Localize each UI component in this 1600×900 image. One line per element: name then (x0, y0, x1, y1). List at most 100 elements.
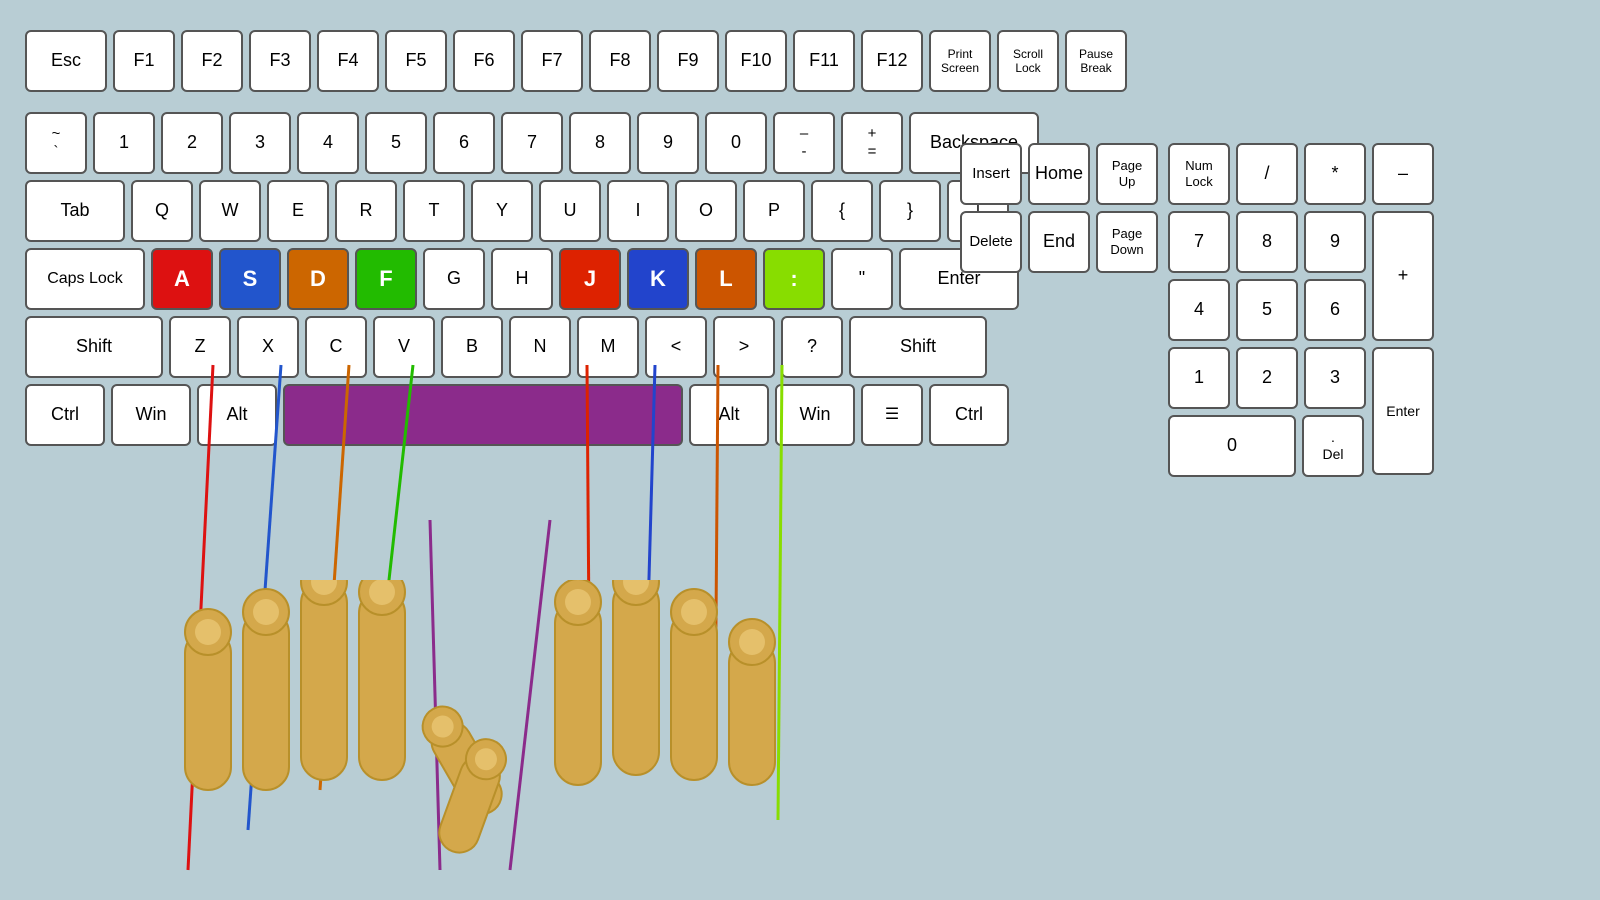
key-num-mul[interactable]: * (1304, 143, 1366, 205)
key-plus[interactable]: += (841, 112, 903, 174)
key-n[interactable]: N (509, 316, 571, 378)
key-q[interactable]: Q (131, 180, 193, 242)
key-num3[interactable]: 3 (1304, 347, 1366, 409)
key-d[interactable]: D (287, 248, 349, 310)
key-num-dot[interactable]: .Del (1302, 415, 1364, 477)
key-quote[interactable]: " (831, 248, 893, 310)
key-f12[interactable]: F12 (861, 30, 923, 92)
key-num4[interactable]: 4 (1168, 279, 1230, 341)
key-f11[interactable]: F11 (793, 30, 855, 92)
key-9[interactable]: 9 (637, 112, 699, 174)
key-shift-right[interactable]: Shift (849, 316, 987, 378)
key-3[interactable]: 3 (229, 112, 291, 174)
key-pause-break[interactable]: PauseBreak (1065, 30, 1127, 92)
key-6[interactable]: 6 (433, 112, 495, 174)
key-f10[interactable]: F10 (725, 30, 787, 92)
key-f8[interactable]: F8 (589, 30, 651, 92)
key-scroll-lock[interactable]: ScrollLock (997, 30, 1059, 92)
key-f2[interactable]: F2 (181, 30, 243, 92)
key-num-enter[interactable]: Enter (1372, 347, 1434, 475)
key-lt[interactable]: < (645, 316, 707, 378)
key-win-right[interactable]: Win (775, 384, 855, 446)
key-num9[interactable]: 9 (1304, 211, 1366, 273)
key-num6[interactable]: 6 (1304, 279, 1366, 341)
key-f1[interactable]: F1 (113, 30, 175, 92)
key-h[interactable]: H (491, 248, 553, 310)
key-home[interactable]: Home (1028, 143, 1090, 205)
key-2[interactable]: 2 (161, 112, 223, 174)
key-num0[interactable]: 0 (1168, 415, 1296, 477)
key-space[interactable] (283, 384, 683, 446)
key-4[interactable]: 4 (297, 112, 359, 174)
key-f6[interactable]: F6 (453, 30, 515, 92)
key-p[interactable]: P (743, 180, 805, 242)
key-u[interactable]: U (539, 180, 601, 242)
key-c[interactable]: C (305, 316, 367, 378)
key-minus[interactable]: –- (773, 112, 835, 174)
numpad: NumLock / * – 7 8 9 + 4 5 6 1 2 3 Enter … (1168, 143, 1434, 483)
key-page-down[interactable]: PageDown (1096, 211, 1158, 273)
key-f7[interactable]: F7 (521, 30, 583, 92)
key-win-left[interactable]: Win (111, 384, 191, 446)
key-ctrl-left[interactable]: Ctrl (25, 384, 105, 446)
key-num7[interactable]: 7 (1168, 211, 1230, 273)
key-i[interactable]: I (607, 180, 669, 242)
key-8[interactable]: 8 (569, 112, 631, 174)
key-num1[interactable]: 1 (1168, 347, 1230, 409)
key-b[interactable]: B (441, 316, 503, 378)
key-end[interactable]: End (1028, 211, 1090, 273)
key-num5[interactable]: 5 (1236, 279, 1298, 341)
key-o[interactable]: O (675, 180, 737, 242)
key-j[interactable]: J (559, 248, 621, 310)
key-tilde[interactable]: ~` (25, 112, 87, 174)
key-e[interactable]: E (267, 180, 329, 242)
key-page-up[interactable]: PageUp (1096, 143, 1158, 205)
key-7[interactable]: 7 (501, 112, 563, 174)
key-numlock[interactable]: NumLock (1168, 143, 1230, 205)
key-g[interactable]: G (423, 248, 485, 310)
key-f9[interactable]: F9 (657, 30, 719, 92)
key-rbrace[interactable]: } (879, 180, 941, 242)
key-print-screen[interactable]: PrintScreen (929, 30, 991, 92)
key-colon[interactable]: : (763, 248, 825, 310)
key-0[interactable]: 0 (705, 112, 767, 174)
key-1[interactable]: 1 (93, 112, 155, 174)
key-f[interactable]: F (355, 248, 417, 310)
key-delete[interactable]: Delete (960, 211, 1022, 273)
key-f4[interactable]: F4 (317, 30, 379, 92)
key-num2[interactable]: 2 (1236, 347, 1298, 409)
numpad-row2: 7 8 9 + (1168, 211, 1434, 273)
nav-row1: Insert Home PageUp (960, 143, 1158, 205)
key-z[interactable]: Z (169, 316, 231, 378)
key-a[interactable]: A (151, 248, 213, 310)
key-insert[interactable]: Insert (960, 143, 1022, 205)
key-m[interactable]: M (577, 316, 639, 378)
key-l[interactable]: L (695, 248, 757, 310)
key-tab[interactable]: Tab (25, 180, 125, 242)
key-lbrace[interactable]: { (811, 180, 873, 242)
key-t[interactable]: T (403, 180, 465, 242)
key-f3[interactable]: F3 (249, 30, 311, 92)
key-w[interactable]: W (199, 180, 261, 242)
key-r[interactable]: R (335, 180, 397, 242)
key-f5[interactable]: F5 (385, 30, 447, 92)
key-shift-left[interactable]: Shift (25, 316, 163, 378)
key-ctrl-right[interactable]: Ctrl (929, 384, 1009, 446)
key-alt-right[interactable]: Alt (689, 384, 769, 446)
key-5[interactable]: 5 (365, 112, 427, 174)
key-alt-left[interactable]: Alt (197, 384, 277, 446)
key-num-minus[interactable]: – (1372, 143, 1434, 205)
key-menu[interactable]: ☰ (861, 384, 923, 446)
key-gt[interactable]: > (713, 316, 775, 378)
key-esc[interactable]: Esc (25, 30, 107, 92)
key-v[interactable]: V (373, 316, 435, 378)
key-caps-lock[interactable]: Caps Lock (25, 248, 145, 310)
key-question[interactable]: ? (781, 316, 843, 378)
key-num-plus[interactable]: + (1372, 211, 1434, 341)
key-k[interactable]: K (627, 248, 689, 310)
key-num8[interactable]: 8 (1236, 211, 1298, 273)
key-num-div[interactable]: / (1236, 143, 1298, 205)
key-x[interactable]: X (237, 316, 299, 378)
key-y[interactable]: Y (471, 180, 533, 242)
key-s[interactable]: S (219, 248, 281, 310)
